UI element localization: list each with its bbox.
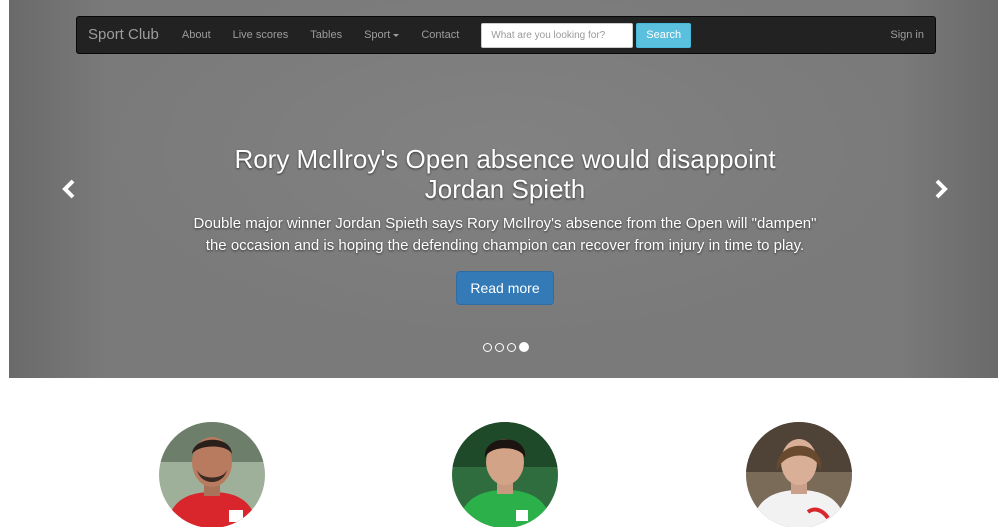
- player-avatar-1[interactable]: [159, 422, 265, 527]
- nav-sport-label: Sport: [364, 29, 391, 41]
- carousel-indicator-3[interactable]: [507, 343, 516, 352]
- player-photo: [452, 422, 558, 527]
- carousel-indicator-4[interactable]: [519, 342, 529, 352]
- nav-live-scores[interactable]: Live scores: [222, 16, 300, 54]
- player-photo: [746, 422, 852, 527]
- caret-down-icon: [393, 33, 400, 37]
- carousel-indicators: [483, 342, 529, 352]
- nav-sport-dropdown[interactable]: Sport: [353, 16, 410, 54]
- carousel-caption: Rory McIlroy's Open absence would disapp…: [190, 144, 820, 305]
- carousel-indicator-1[interactable]: [483, 343, 492, 352]
- carousel-prev-button[interactable]: [60, 178, 80, 200]
- nav-about[interactable]: About: [171, 16, 222, 54]
- player-photo: [159, 422, 265, 527]
- search-input[interactable]: [481, 22, 634, 48]
- chevron-right-icon: [935, 179, 948, 199]
- nav-contact[interactable]: Contact: [410, 16, 470, 54]
- player-avatar-2[interactable]: [452, 422, 558, 527]
- carousel-next-button[interactable]: [930, 178, 950, 200]
- brand-link[interactable]: Sport Club: [77, 16, 171, 54]
- search-form: Search: [481, 22, 692, 48]
- carousel-indicator-2[interactable]: [495, 343, 504, 352]
- carousel-headline: Rory McIlroy's Open absence would disapp…: [234, 144, 776, 204]
- top-navbar: Sport Club About Live scores Tables Spor…: [76, 16, 936, 54]
- search-button[interactable]: Search: [636, 22, 692, 48]
- nav-tables[interactable]: Tables: [299, 16, 353, 54]
- player-avatar-3[interactable]: [746, 422, 852, 527]
- chevron-left-icon: [62, 179, 75, 199]
- sign-in-link[interactable]: Sign in: [890, 16, 935, 54]
- read-more-button[interactable]: Read more: [456, 271, 554, 305]
- carousel-description: Double major winner Jordan Spieth says R…: [193, 215, 817, 254]
